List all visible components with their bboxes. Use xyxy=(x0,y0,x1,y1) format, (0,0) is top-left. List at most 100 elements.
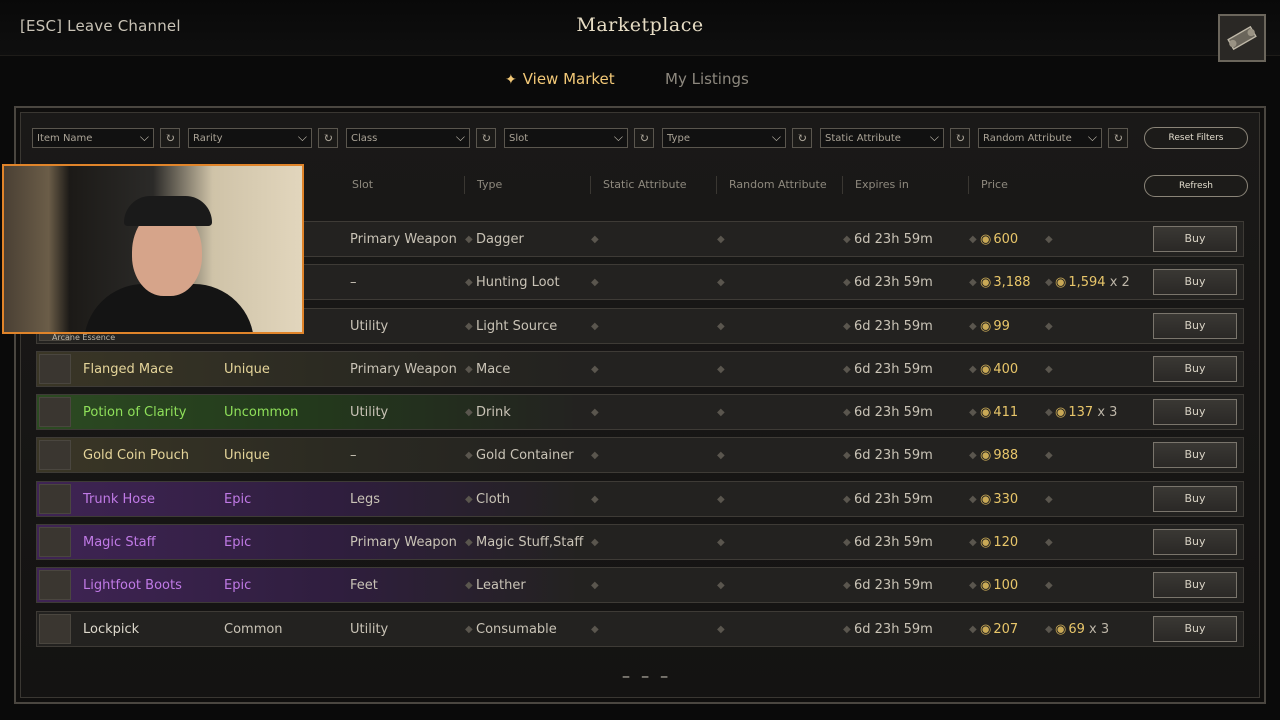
refresh-button[interactable]: Refresh xyxy=(1144,175,1248,197)
refresh-icon[interactable]: ↻ xyxy=(792,128,812,148)
column-divider: ◆ xyxy=(717,234,725,245)
chevron-down-icon: ⌵ xyxy=(139,130,149,144)
item-slot: Utility xyxy=(350,622,389,637)
refresh-icon[interactable]: ↻ xyxy=(318,128,338,148)
item-rarity: Unique xyxy=(224,362,270,377)
column-divider: ◆ xyxy=(843,494,851,505)
item-slot: Primary Weapon xyxy=(350,362,457,377)
column-divider: ◆ xyxy=(969,277,977,288)
filter-label: Type xyxy=(667,133,690,144)
column-divider: ◆ xyxy=(591,537,599,548)
column-divider: ◆ xyxy=(465,537,473,548)
coin-icon: ◉ xyxy=(980,232,992,247)
buy-button[interactable]: Buy xyxy=(1153,269,1237,295)
coin-icon: ◉ xyxy=(980,275,992,290)
col-type: Type xyxy=(477,178,503,191)
item-name: Flanged Mace xyxy=(83,362,174,377)
column-divider: ◆ xyxy=(969,494,977,505)
item-name: Trunk Hose xyxy=(83,492,156,507)
price: ◉ 3,188 xyxy=(980,275,1031,290)
refresh-icon[interactable]: ↻ xyxy=(634,128,654,148)
coin-icon: ◉ xyxy=(1055,405,1067,420)
table-row[interactable]: Gold Coin Pouch Unique – ◆ Gold Containe… xyxy=(36,437,1244,473)
buy-button[interactable]: Buy xyxy=(1153,442,1237,468)
table-row[interactable]: Potion of Clarity Uncommon Utility ◆ Dri… xyxy=(36,394,1244,430)
buy-button[interactable]: Buy xyxy=(1153,486,1237,512)
filter-label: Class xyxy=(351,133,378,144)
coin-icon: ◉ xyxy=(980,492,992,507)
expires-in: 6d 23h 59m xyxy=(854,535,933,550)
scroll-menu-button[interactable] xyxy=(1218,14,1266,62)
column-divider: ◆ xyxy=(969,321,977,332)
refresh-icon[interactable]: ↻ xyxy=(476,128,496,148)
column-divider xyxy=(590,176,591,194)
sparkle-icon: ✦ xyxy=(505,72,517,88)
chevron-down-icon: ⌵ xyxy=(771,130,781,144)
buy-button[interactable]: Buy xyxy=(1153,616,1237,642)
item-type: Drink xyxy=(476,405,511,420)
buy-button[interactable]: Buy xyxy=(1153,356,1237,382)
pagination[interactable]: – – – xyxy=(622,666,671,685)
item-slot: Legs xyxy=(350,492,381,507)
refresh-icon[interactable]: ↻ xyxy=(950,128,970,148)
item-type: Hunting Loot xyxy=(476,275,560,290)
chevron-down-icon: ⌵ xyxy=(613,130,623,144)
price: ◉ 100 xyxy=(980,578,1019,593)
price: ◉ 988 xyxy=(980,448,1019,463)
tab-view-market[interactable]: ✦ View Market xyxy=(505,70,615,88)
column-divider: ◆ xyxy=(591,407,599,418)
column-divider: ◆ xyxy=(843,321,851,332)
column-divider: ◆ xyxy=(717,407,725,418)
col-slot: Slot xyxy=(352,178,374,191)
tab-my-listings[interactable]: My Listings xyxy=(665,70,749,88)
column-divider: ◆ xyxy=(465,450,473,461)
filter-static-attribute[interactable]: Static Attribute ⌵ xyxy=(820,128,944,148)
buy-button[interactable]: Buy xyxy=(1153,572,1237,598)
top-bar: [ESC] Leave Channel Marketplace xyxy=(0,0,1280,62)
filter-rarity[interactable]: Rarity ⌵ xyxy=(188,128,312,148)
column-divider: ◆ xyxy=(717,364,725,375)
column-divider: ◆ xyxy=(717,624,725,635)
filter-class[interactable]: Class ⌵ xyxy=(346,128,470,148)
table-row[interactable]: Lockpick Common Utility ◆ Consumable ◆ ◆… xyxy=(36,611,1244,647)
item-slot: Primary Weapon xyxy=(350,535,457,550)
filter-item-name[interactable]: Item Name ⌵ xyxy=(32,128,154,148)
item-rarity: Common xyxy=(224,622,283,637)
column-divider: ◆ xyxy=(1045,277,1053,288)
coin-icon: ◉ xyxy=(1055,622,1067,637)
item-type: Dagger xyxy=(476,232,524,247)
filter-random-attribute[interactable]: Random Attribute ⌵ xyxy=(978,128,1102,148)
col-expires: Expires in xyxy=(855,178,909,191)
item-slot: Utility xyxy=(350,405,389,420)
column-divider: ◆ xyxy=(843,450,851,461)
item-rarity: Uncommon xyxy=(224,405,299,420)
column-divider: ◆ xyxy=(465,407,473,418)
reset-filters-button[interactable]: Reset Filters xyxy=(1144,127,1248,149)
table-row[interactable]: Trunk Hose Epic Legs ◆ Cloth ◆ ◆ ◆ 6d 23… xyxy=(36,481,1244,517)
table-row[interactable]: Magic Staff Epic Primary Weapon ◆ Magic … xyxy=(36,524,1244,560)
buy-button[interactable]: Buy xyxy=(1153,529,1237,555)
filter-label: Static Attribute xyxy=(825,133,901,144)
refresh-icon[interactable]: ↻ xyxy=(1108,128,1128,148)
filter-slot[interactable]: Slot ⌵ xyxy=(504,128,628,148)
item-name: Potion of Clarity xyxy=(83,405,187,420)
table-row[interactable]: Lightfoot Boots Epic Feet ◆ Leather ◆ ◆ … xyxy=(36,567,1244,603)
refresh-icon[interactable]: ↻ xyxy=(160,128,180,148)
item-rarity: Epic xyxy=(224,535,252,550)
item-label: Arcane Essence xyxy=(52,333,116,342)
price: ◉ 207 xyxy=(980,622,1019,637)
column-divider: ◆ xyxy=(465,364,473,375)
buy-button[interactable]: Buy xyxy=(1153,399,1237,425)
item-name: Lockpick xyxy=(83,622,140,637)
column-divider: ◆ xyxy=(969,624,977,635)
coin-icon: ◉ xyxy=(980,319,992,334)
buy-button[interactable]: Buy xyxy=(1153,313,1237,339)
column-divider xyxy=(464,176,465,194)
filter-type[interactable]: Type ⌵ xyxy=(662,128,786,148)
column-divider: ◆ xyxy=(717,277,725,288)
column-divider: ◆ xyxy=(969,234,977,245)
filter-label: Random Attribute xyxy=(983,133,1072,144)
coin-icon: ◉ xyxy=(980,362,992,377)
table-row[interactable]: Flanged Mace Unique Primary Weapon ◆ Mac… xyxy=(36,351,1244,387)
buy-button[interactable]: Buy xyxy=(1153,226,1237,252)
